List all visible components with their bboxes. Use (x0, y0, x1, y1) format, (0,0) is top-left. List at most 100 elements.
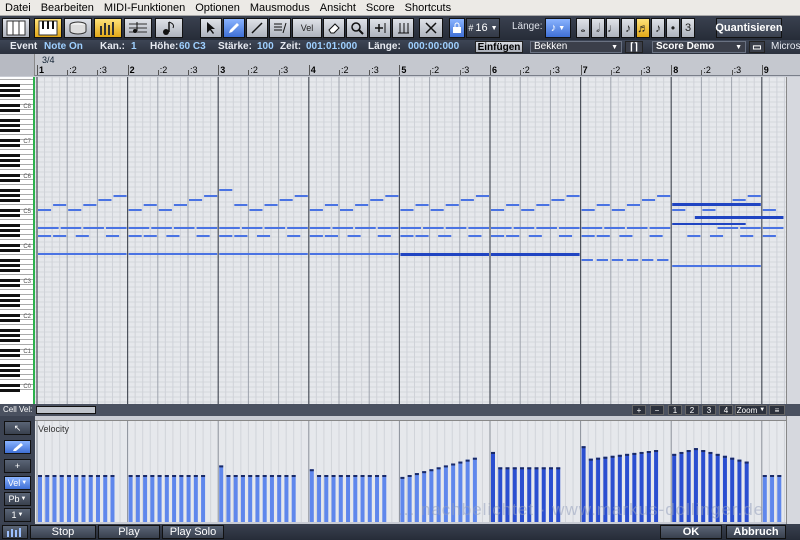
note-block[interactable] (506, 204, 520, 206)
velocity-bar[interactable] (110, 475, 115, 522)
velocity-bar[interactable] (143, 475, 148, 522)
velocity-bar[interactable] (66, 475, 71, 522)
black-key[interactable] (0, 333, 20, 337)
note-block[interactable] (234, 235, 248, 237)
scroll-thumb[interactable] (36, 406, 96, 414)
score-editor-button[interactable] (124, 18, 152, 38)
note-block[interactable] (105, 227, 127, 229)
velocity-bar[interactable] (38, 475, 42, 522)
black-key[interactable] (0, 158, 20, 162)
black-key[interactable] (0, 328, 20, 332)
eraser-tool-button[interactable] (323, 18, 345, 38)
note-block[interactable] (158, 209, 172, 211)
length-thirtysecond-button[interactable]: ♪ (651, 18, 665, 38)
note-block[interactable] (189, 199, 203, 201)
white-key[interactable] (0, 344, 33, 345)
note-block[interactable] (642, 199, 656, 201)
black-key[interactable] (0, 348, 20, 352)
note-block[interactable] (385, 195, 399, 197)
velocity-bar[interactable] (277, 475, 282, 522)
black-key[interactable] (0, 118, 20, 122)
menu-datei[interactable]: Datei (0, 2, 36, 14)
zoom-menu-button[interactable]: ≡ (769, 405, 785, 415)
white-key[interactable] (0, 149, 33, 150)
velocity-bar[interactable] (95, 475, 100, 522)
velocity-bar[interactable] (382, 475, 387, 522)
length-dotted-button[interactable]: • (666, 18, 680, 38)
white-key[interactable] (0, 169, 33, 170)
white-key[interactable] (0, 99, 33, 100)
black-key[interactable] (0, 93, 20, 97)
velocity-bar[interactable] (331, 475, 336, 522)
black-key[interactable] (0, 103, 20, 107)
note-block[interactable] (445, 227, 467, 229)
note-block[interactable] (475, 195, 489, 197)
note-block[interactable] (53, 204, 67, 206)
note-block[interactable] (536, 204, 550, 206)
note-block[interactable] (60, 227, 82, 229)
note-block[interactable] (536, 227, 557, 229)
velocity-bar[interactable] (309, 469, 314, 522)
note-block[interactable] (377, 227, 399, 229)
black-key[interactable] (0, 153, 20, 157)
snap-toggle-button[interactable] (449, 18, 465, 38)
note-block[interactable] (128, 227, 150, 229)
menu-optionen[interactable]: Optionen (190, 2, 245, 14)
kan-value[interactable]: 1 (131, 41, 137, 52)
note-block[interactable] (309, 209, 323, 211)
note-block[interactable] (400, 227, 422, 229)
white-key[interactable] (0, 254, 33, 255)
note-block[interactable] (332, 227, 354, 229)
velocity-bar[interactable] (88, 475, 93, 522)
black-key[interactable] (0, 88, 20, 92)
note-block[interactable] (762, 227, 784, 229)
white-key[interactable] (0, 204, 33, 205)
note-block[interactable] (762, 209, 776, 211)
pointer-tool-button[interactable] (200, 18, 222, 38)
velocity-bar[interactable] (360, 475, 365, 522)
black-key[interactable] (0, 188, 20, 192)
black-key[interactable] (0, 178, 20, 182)
black-key[interactable] (0, 268, 20, 272)
note-block[interactable] (762, 235, 776, 237)
velocity-bar[interactable] (248, 475, 253, 522)
note-block[interactable] (694, 216, 784, 219)
velocity-bar[interactable] (233, 475, 238, 522)
note-block[interactable] (309, 235, 323, 237)
velocity-bar[interactable] (201, 475, 206, 522)
length-quarter-button[interactable]: ♩ (606, 18, 620, 38)
velocity-bar[interactable] (324, 475, 329, 522)
velocity-bar[interactable] (770, 475, 775, 522)
velocity-bar[interactable] (291, 475, 296, 522)
black-key[interactable] (0, 143, 20, 147)
zoom-level-3-button[interactable]: 3 (702, 405, 716, 415)
note-block[interactable] (196, 227, 218, 229)
note-block[interactable] (204, 195, 218, 197)
black-key[interactable] (0, 163, 20, 167)
black-key[interactable] (0, 353, 20, 357)
line-tool-button[interactable] (246, 18, 268, 38)
white-key[interactable] (0, 79, 33, 80)
notation-button[interactable] (155, 18, 183, 38)
length-eighth-button[interactable]: ♪ (621, 18, 635, 38)
multi-line-tool-button[interactable] (269, 18, 291, 38)
velocity-bar[interactable] (284, 475, 289, 522)
black-key[interactable] (0, 228, 20, 232)
note-block[interactable] (566, 195, 580, 197)
note-block[interactable] (438, 235, 452, 237)
note-block[interactable] (657, 259, 669, 261)
velocity-bar[interactable] (128, 475, 133, 522)
note-block[interactable] (83, 227, 104, 229)
note-block[interactable] (287, 227, 308, 229)
controller-type-select[interactable]: Vel ▼ (4, 476, 31, 490)
controller-channel-select[interactable]: 1 ▼ (4, 508, 31, 522)
cancel-button[interactable]: Abbruch (726, 525, 786, 539)
note-block[interactable] (581, 259, 593, 261)
note-block[interactable] (491, 227, 512, 229)
note-block[interactable] (596, 235, 610, 237)
black-key[interactable] (0, 223, 20, 227)
note-block[interactable] (672, 209, 686, 211)
menu-ansicht[interactable]: Ansicht (315, 2, 361, 14)
note-block[interactable] (491, 209, 505, 211)
white-key[interactable] (0, 219, 33, 220)
